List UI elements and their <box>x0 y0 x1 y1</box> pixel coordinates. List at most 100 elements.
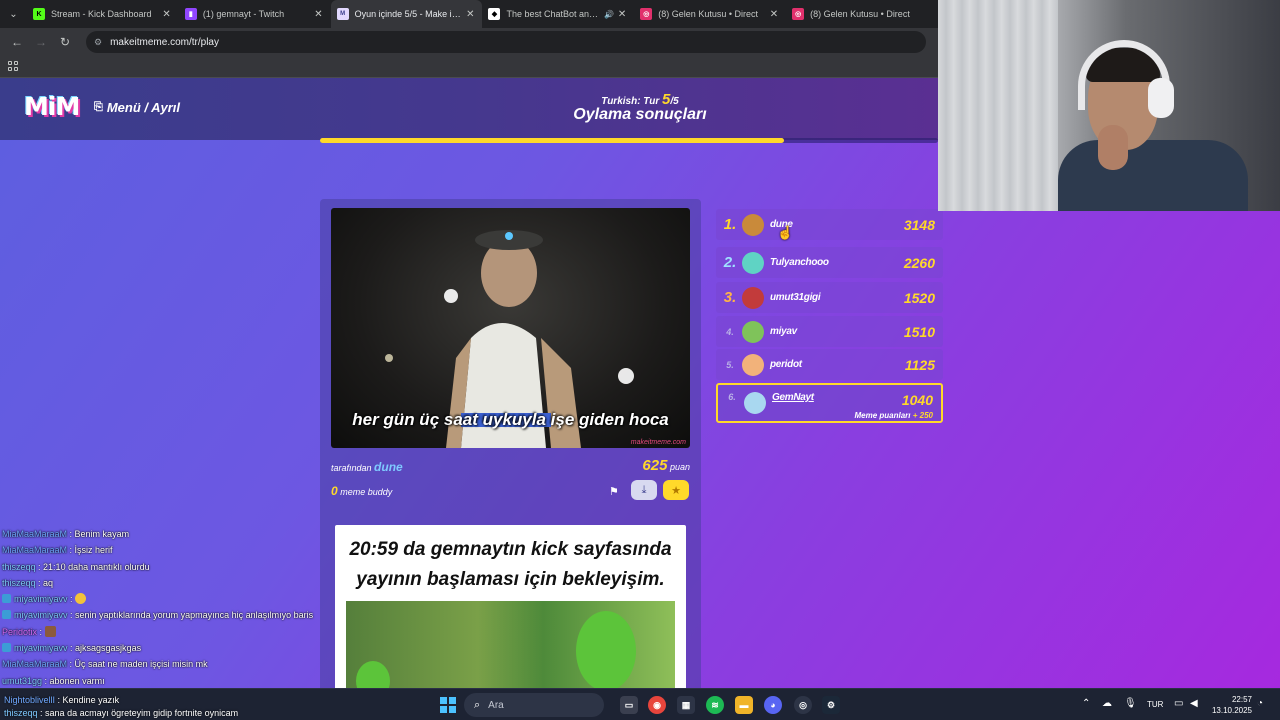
speaker-icon[interactable]: 🔊 <box>604 10 614 19</box>
leaderboard-row-self[interactable]: 6. GemNayt 1040 Meme puanları + 250 <box>716 383 943 423</box>
chat-user: MiaMaaMaraaM <box>2 529 68 539</box>
tab-instagram-1[interactable]: ◎ (8) Gelen Kutusu • Direct ✕ <box>634 0 786 28</box>
leaderboard-rank: 2. <box>723 254 737 271</box>
meme-watermark: makeitmeme.com <box>630 439 686 446</box>
chat-user: Peridotix <box>2 626 38 637</box>
tab-chatbot[interactable]: ◆ The best ChatBot and Widgets 🔊 ✕ <box>482 0 634 28</box>
leaderboard-name: Tulyanchooo <box>770 257 829 268</box>
chat-user: MiaMaaMaraaM <box>2 659 68 670</box>
network-icon[interactable]: ▭ <box>1174 698 1183 709</box>
microphone-icon[interactable]: 🎙 <box>1124 698 1137 709</box>
cloud-icon[interactable]: ☁ <box>1102 698 1112 709</box>
favorite-button[interactable]: ★ <box>663 480 689 500</box>
tab-label: The best ChatBot and Widgets <box>506 9 601 19</box>
report-flag-icon[interactable]: ⚑ <box>609 485 619 498</box>
leaderboard-row[interactable]: 5. peridot 1125 <box>716 349 943 380</box>
taskbar-clock[interactable]: 22:57 13.10.2025 <box>1208 694 1252 716</box>
taskbar-search[interactable]: ⌕ Ara <box>464 693 604 717</box>
chat-message: MiaMaaMaraaM : İşsiz herif <box>2 542 342 558</box>
close-icon[interactable]: ✕ <box>618 9 626 20</box>
meme-author: tarafından dune <box>331 460 403 474</box>
windows-start-icon[interactable] <box>440 697 456 713</box>
leaderboard-row[interactable]: 2. Tulyanchooo 2260 <box>716 247 943 278</box>
chat-message: thiszeqq : aq <box>2 575 342 591</box>
buddy-label: meme buddy <box>340 487 393 497</box>
volume-icon[interactable]: ◀ <box>1190 698 1198 709</box>
emoji-icon <box>75 593 87 605</box>
chat-message: Peridotix : <box>2 624 342 640</box>
chrome-icon[interactable]: ◉ <box>648 696 666 714</box>
tab-twitch[interactable]: ▮ (1) gemnayt - Twitch ✕ <box>179 0 331 28</box>
spotify-icon[interactable]: ≋ <box>706 696 724 714</box>
exit-icon: ⎘ <box>94 101 103 113</box>
back-arrow-icon[interactable]: ← <box>6 31 28 53</box>
chat-message: MiaMaaMaraaM : Üç saat ne maden işçisi m… <box>2 656 342 672</box>
avatar <box>742 286 764 309</box>
close-icon[interactable]: ✕ <box>466 9 474 20</box>
url-field[interactable]: ⚙ makeitmeme.com/tr/play <box>86 31 926 53</box>
steam-icon[interactable]: ⚙ <box>822 696 840 714</box>
browser-tab-bar: ⌄ K Stream - Kick Dashboard ✕ ▮ (1) gemn… <box>0 0 938 28</box>
leaderboard-name: GemNayt <box>772 392 814 403</box>
site-info-icon[interactable]: ⚙ <box>94 37 102 48</box>
chat-text: : sana da acmayı ögreteyim gidip fortnit… <box>40 708 239 718</box>
tab-kick-dashboard[interactable]: K Stream - Kick Dashboard ✕ <box>27 0 179 28</box>
bonus-label: Meme puanları <box>854 411 911 420</box>
tab-search-chevron-icon[interactable]: ⌄ <box>0 0 27 28</box>
next-meme-caption: 20:59 da gemnaytın kick sayfasında yayın… <box>335 535 686 595</box>
chat-text: : ajksagsgasjkgas <box>70 643 142 654</box>
round-progress-fill <box>320 138 784 143</box>
mim-logo[interactable]: MiM <box>24 92 80 121</box>
chat-text: : 21:10 daha mantıklı olurdu <box>38 561 150 572</box>
leaderboard-rank: 1. <box>723 216 737 233</box>
author-name[interactable]: dune <box>374 460 403 474</box>
leaderboard-row[interactable]: 3. umut31gigi 1520 <box>716 282 943 313</box>
leaderboard-name: peridot <box>770 359 802 370</box>
save-meme-button[interactable]: ⤓ <box>631 480 657 500</box>
leaderboard-row[interactable]: 1. dune 3148 <box>716 209 943 240</box>
reload-icon[interactable]: ↻ <box>54 31 76 53</box>
obs-icon[interactable]: ◎ <box>794 696 812 714</box>
buddy-value: 0 <box>331 484 338 498</box>
kermit-left <box>356 661 390 688</box>
task-view-icon[interactable]: ▭ <box>620 696 638 714</box>
subscriber-badge-icon <box>2 594 11 604</box>
leaderboard-score: 3148 <box>903 216 935 233</box>
close-icon[interactable]: ✕ <box>314 9 322 20</box>
menu-leave-link[interactable]: ⎘ Menü / Ayrıl <box>94 100 180 115</box>
avatar <box>744 392 766 414</box>
forward-arrow-icon[interactable]: → <box>30 31 52 53</box>
input-language[interactable]: TUR <box>1147 700 1163 709</box>
chat-text: : <box>70 594 73 605</box>
leaderboard-name: miyav <box>770 326 797 337</box>
next-meme-line-2: yayının başlaması için bekleyişim. <box>356 569 665 590</box>
chat-message: thiszeqq : 21:10 daha mantıklı olurdu <box>2 559 342 575</box>
notification-bell-icon[interactable]: ◔ <box>1257 698 1263 709</box>
leaderboard-row[interactable]: 4. miyav 1510 <box>716 316 943 347</box>
file-explorer-icon[interactable]: ▬ <box>735 696 753 714</box>
leaderboard-rank: 3. <box>723 289 737 306</box>
tray-chevron-up-icon[interactable]: ⌃ <box>1082 698 1090 709</box>
meme-result-card: her gün üç saat uykuyla işe giden hoca m… <box>320 199 701 688</box>
kermit-right <box>576 611 636 688</box>
page-title: Oylama sonuçları <box>573 106 707 123</box>
chat-user: thiszeqq <box>2 577 36 588</box>
chat-text: : İşsiz herif <box>69 545 113 556</box>
chat-message: thiszeqq : sana da acmayı ögreteyim gidi… <box>4 708 238 718</box>
round-progress-bar <box>320 138 938 143</box>
apps-grid-icon[interactable] <box>8 61 18 71</box>
webcam-overlay <box>938 0 1280 211</box>
store-icon[interactable]: ▦ <box>677 696 695 714</box>
avatar <box>742 251 764 274</box>
tab-instagram-2[interactable]: ◎ (8) Gelen Kutusu • Direct <box>786 0 938 28</box>
tab-makeitmeme[interactable]: M Oyun içinde 5/5 - Make it Meme ✕ <box>330 0 483 28</box>
discord-icon[interactable]: ◕ <box>764 696 782 714</box>
instagram-icon: ◎ <box>640 8 653 20</box>
meme-buddy: 0 meme buddy <box>331 484 392 498</box>
leaderboard-name: umut31gigi <box>770 292 821 303</box>
game-header: MiM ⎘ Menü / Ayrıl Turkish: Tur 5/5 Oyla… <box>0 78 938 140</box>
close-icon[interactable]: ✕ <box>162 9 170 20</box>
close-icon[interactable]: ✕ <box>770 9 778 20</box>
webcam-headset-cup <box>1148 78 1174 118</box>
leaderboard-rank: 6. <box>728 392 736 402</box>
